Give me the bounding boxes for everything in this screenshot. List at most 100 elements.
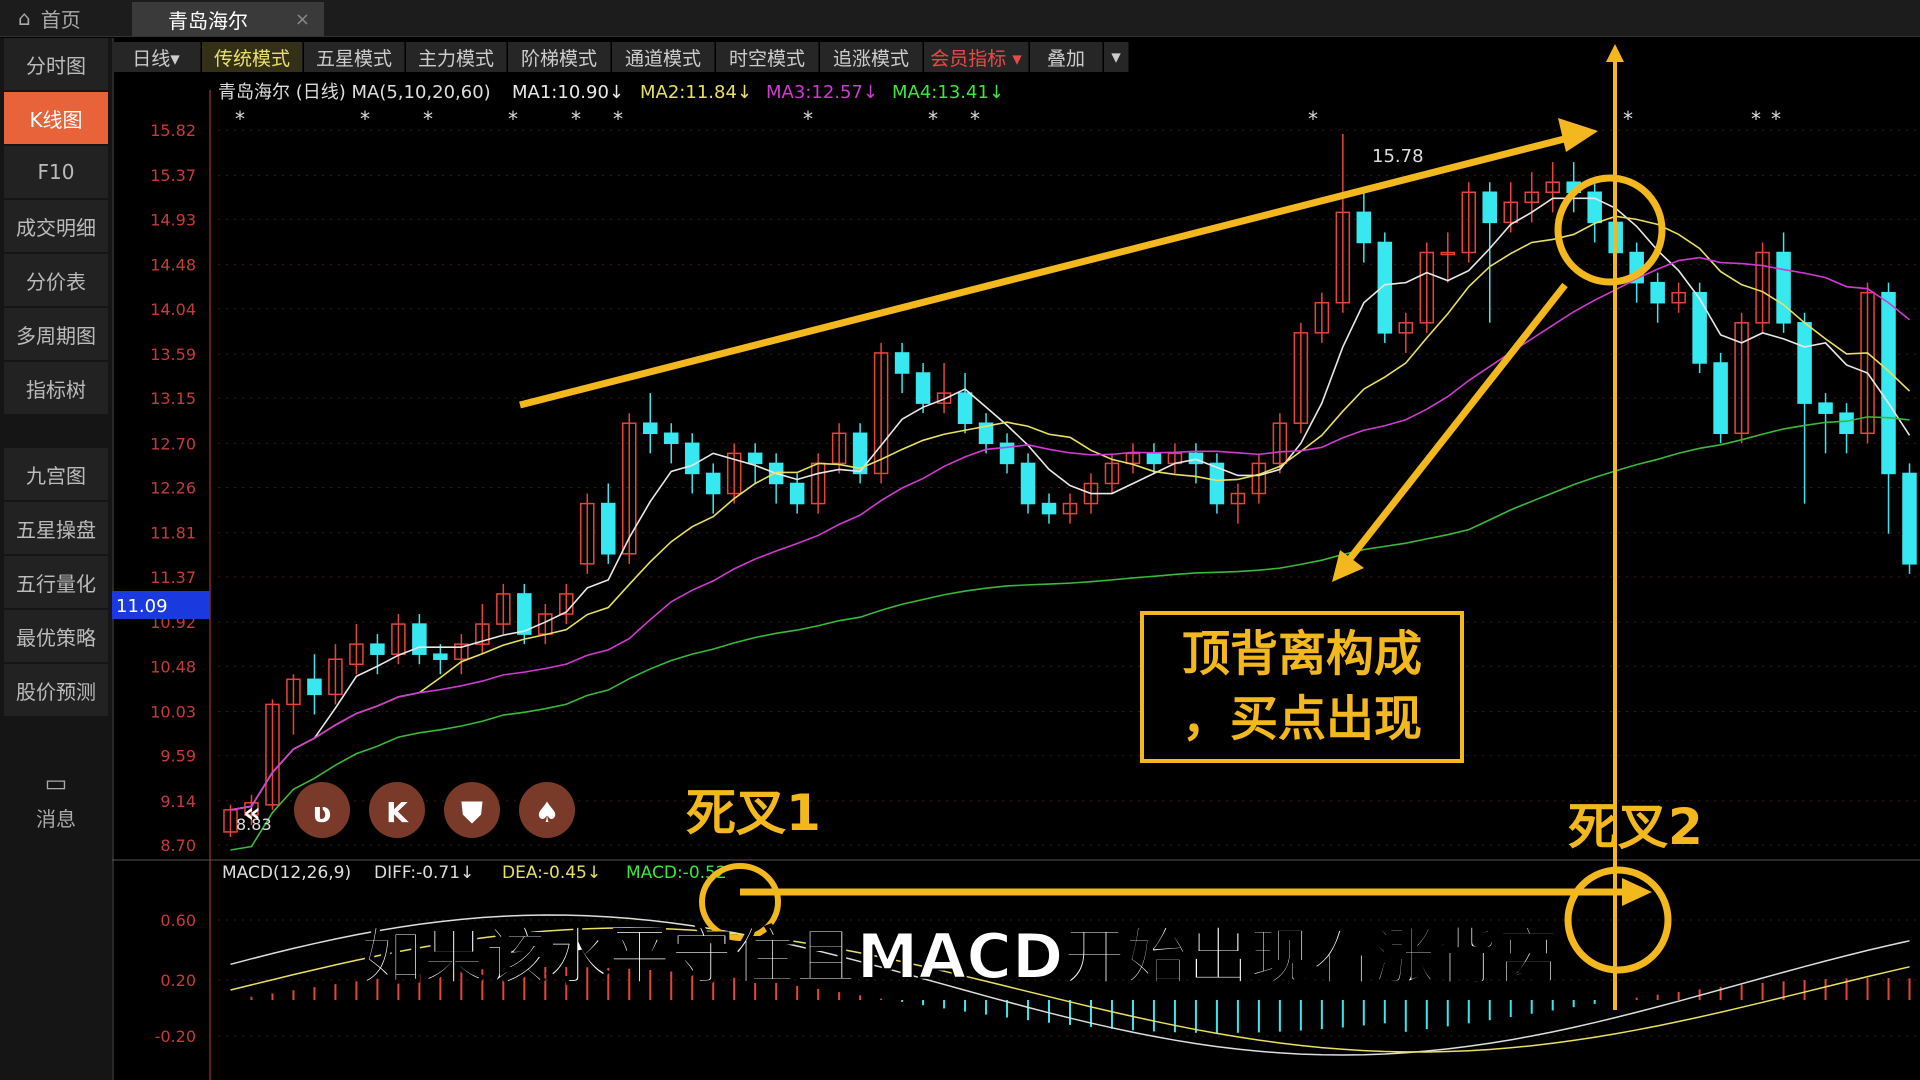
sidebar-item-5[interactable]: 多周期图 (4, 308, 108, 360)
mode-tab-4[interactable]: 阶梯模式 (508, 42, 611, 72)
k-icon-bg (369, 782, 425, 838)
sidebar-item-8[interactable]: 九宫图 (4, 448, 108, 500)
macd-tick: 0.60 (160, 911, 196, 930)
candle-body (286, 678, 301, 706)
sidebar-item-3[interactable]: 成交明细 (4, 200, 108, 252)
mode-tab-9[interactable]: 叠加 (1030, 42, 1103, 72)
candle-body (789, 482, 805, 505)
chart-canvas: 15.82 15.37 14.93 14.48 14.04 13.59 13.15 12.70… (112, 44, 1920, 1080)
price-tick: 14.04 (150, 300, 196, 319)
candle-body (1314, 301, 1330, 334)
sidebar-item-4[interactable]: 分价表 (4, 254, 108, 306)
sidebar-item-1[interactable]: K线图 (4, 92, 108, 144)
candle-body (391, 623, 406, 655)
trend-arrow (519, 131, 1581, 409)
mode-tab-1[interactable]: 传统模式 (202, 42, 303, 72)
sidebar-item-9[interactable]: 五星操盘 (4, 502, 108, 554)
candle-body (1629, 251, 1644, 284)
price-tick: 14.93 (150, 210, 196, 229)
bell-icon: ♠ (534, 796, 559, 829)
candle-body (1377, 241, 1393, 334)
candle-body (1860, 291, 1875, 435)
candle-body (1167, 452, 1183, 465)
signal-marker: * (508, 107, 518, 131)
ma2-label: MA2:11.84↓ (640, 82, 752, 103)
sidebar-item-2[interactable]: F10 (4, 146, 108, 198)
mode-tab-3[interactable]: 主力模式 (406, 42, 507, 72)
candle-body (831, 432, 847, 465)
candle-body (1020, 462, 1036, 505)
sidebar: 分时图 K线图 F10 成交明细 分价表 多周期图 指标树九宫图 五星操盘 五行量化 最优策略 股价… (0, 38, 114, 1080)
sidebar-item-0[interactable]: 分时图 (4, 38, 108, 90)
candle-body (936, 392, 952, 404)
high-label: 15.78 (1372, 146, 1424, 167)
mode-tab-10[interactable]: ▾ (1104, 42, 1129, 72)
candle-body (1650, 281, 1665, 304)
price-tick: 14.48 (150, 256, 196, 275)
candle-body (705, 472, 721, 495)
sidebar-item-11[interactable]: 最优策略 (4, 610, 108, 662)
collapse-icon: « (243, 796, 261, 829)
cross-arrow-head (1622, 878, 1652, 906)
candle-body (1293, 332, 1309, 424)
candle-body (726, 452, 742, 495)
candle-body (1482, 191, 1498, 224)
price-tick: 8.70 (160, 836, 196, 855)
candle-body (1461, 191, 1477, 254)
candle-body (1671, 291, 1686, 304)
macd-tick: -0.20 (155, 1027, 196, 1046)
price-tick: 11.81 (150, 524, 196, 543)
stethoscope-icon-bg (294, 782, 350, 838)
mode-tab-5[interactable]: 通道模式 (612, 42, 715, 72)
price-tick: 15.82 (150, 121, 196, 140)
candle-body (1251, 462, 1267, 495)
ma1-label: MA1:10.90↓ (512, 82, 624, 103)
macd-dea: DEA:-0.45↓ (502, 863, 601, 883)
signal-marker: * (235, 107, 245, 131)
candle-body (684, 442, 700, 475)
stock-tab[interactable]: 青岛海尔 × (132, 2, 324, 36)
signal-marker: * (613, 107, 623, 131)
stethoscope-icon: ʋ (313, 796, 332, 829)
death-cross-2-label: 死叉2 (1568, 798, 1703, 856)
price-tick: 13.59 (150, 345, 196, 364)
candle-body (1713, 362, 1728, 435)
candle-body (1797, 322, 1812, 404)
mode-tab-7[interactable]: 追涨模式 (820, 42, 923, 72)
ma4-line (230, 416, 1910, 851)
mode-tab-2[interactable]: 五星模式 (304, 42, 405, 72)
candle-body (1818, 402, 1833, 414)
signal-marker: * (1751, 107, 1761, 131)
home-tab[interactable]: ⌂ 首页 (0, 0, 130, 36)
sidebar-item-6[interactable]: 指标树 (4, 362, 108, 414)
sidebar-item-10[interactable]: 五行量化 (4, 556, 108, 608)
candle-body (349, 643, 364, 665)
candle-body (894, 352, 910, 374)
mode-tab-8[interactable]: 会员指标 ▾ (924, 42, 1029, 72)
signal-marker: * (571, 107, 581, 131)
candle-body (328, 658, 343, 696)
candle-body (1209, 462, 1225, 505)
annotation-box-line1: 顶背离构成 (1182, 626, 1422, 682)
mode-tab-0[interactable]: 日线▾ (112, 42, 201, 72)
ma1-line (230, 197, 1911, 811)
shield-icon: ⛊ (460, 796, 483, 829)
macd-value: MACD:-0.52 (626, 863, 727, 883)
signal-marker: * (1623, 107, 1633, 131)
candle-body (1356, 211, 1372, 244)
candle-body (622, 422, 637, 555)
mode-tab-6[interactable]: 时空模式 (716, 42, 819, 72)
signal-marker: * (360, 107, 370, 131)
home-label: 首页 (40, 7, 81, 32)
ma2-line (230, 215, 1911, 811)
close-icon[interactable]: × (295, 9, 310, 30)
divergence-arrow (1342, 282, 1568, 568)
candle-body (433, 653, 448, 660)
message-button[interactable]: ▭ 消息 (0, 760, 112, 840)
candle-body (1062, 502, 1078, 515)
k-icon: K (386, 796, 409, 829)
candle-body (517, 593, 532, 635)
candle-body (1041, 502, 1057, 515)
annotation-box-line2: ，买点出现 (1182, 691, 1422, 747)
sidebar-item-12[interactable]: 股价预测 (4, 664, 108, 716)
